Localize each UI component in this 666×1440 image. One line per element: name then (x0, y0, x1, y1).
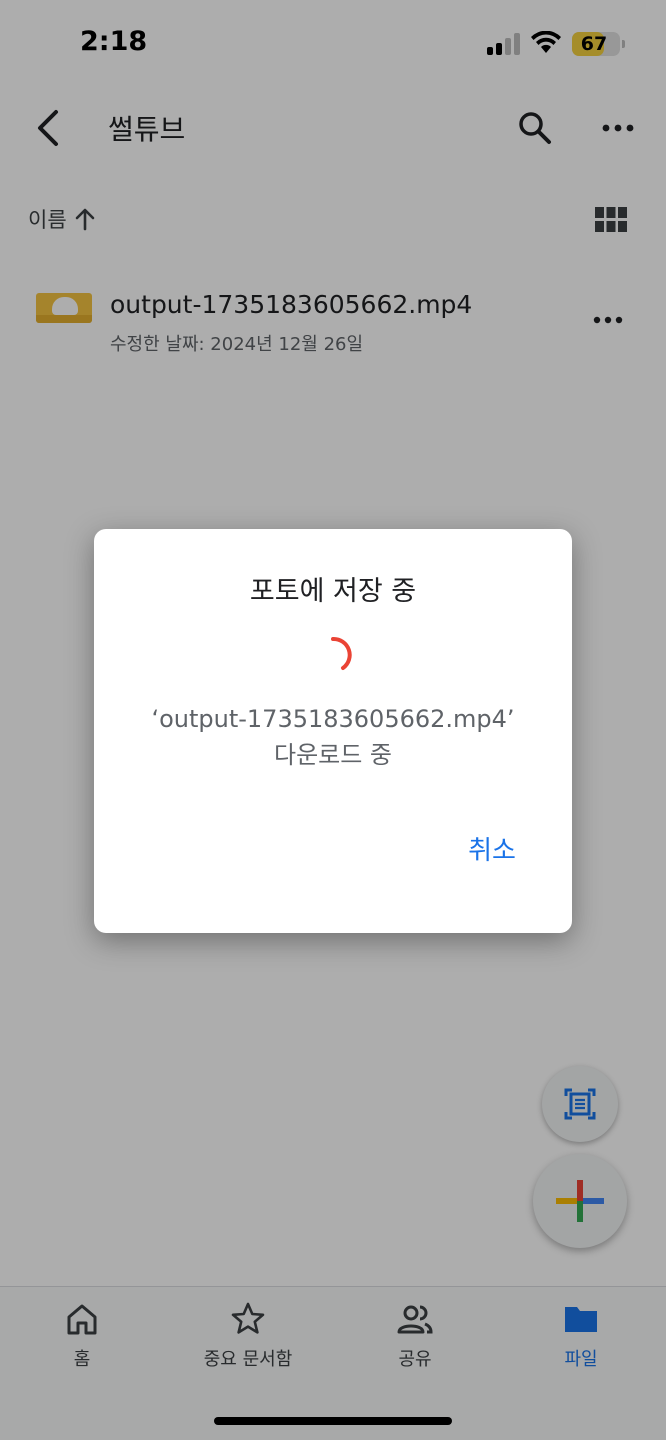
saving-to-photos-dialog: 포토에 저장 중 ‘output-1735183605662.mp4’ 다운로드… (94, 529, 572, 933)
cancel-button[interactable]: 취소 (450, 829, 534, 873)
loading-spinner-icon (331, 637, 352, 670)
dialog-message: ‘output-1735183605662.mp4’ 다운로드 중 (94, 701, 572, 773)
drive-files-screen: 2:18 67 썰튜브 이름 output-1735183605662.mp4 … (0, 0, 666, 1440)
dialog-title: 포토에 저장 중 (249, 576, 417, 607)
dialog-file-name: ‘output-1735183605662.mp4’ (151, 705, 515, 733)
dialog-status: 다운로드 중 (273, 741, 393, 769)
